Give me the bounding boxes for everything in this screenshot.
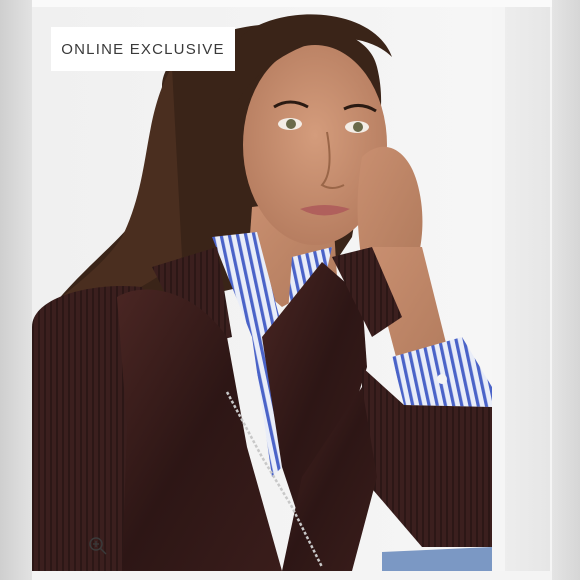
product-image-card[interactable] [32,7,492,571]
gallery-bottom-edge [32,571,552,580]
badge-label: ONLINE EXCLUSIVE [61,40,225,58]
gallery-right-edge [552,0,580,580]
next-image-edge[interactable] [505,7,550,571]
gallery-top-edge [32,0,552,7]
previous-image-edge[interactable] [0,0,32,580]
online-exclusive-badge: ONLINE EXCLUSIVE [51,27,235,71]
product-photo[interactable] [32,7,492,571]
zoom-in-icon[interactable] [88,536,108,556]
